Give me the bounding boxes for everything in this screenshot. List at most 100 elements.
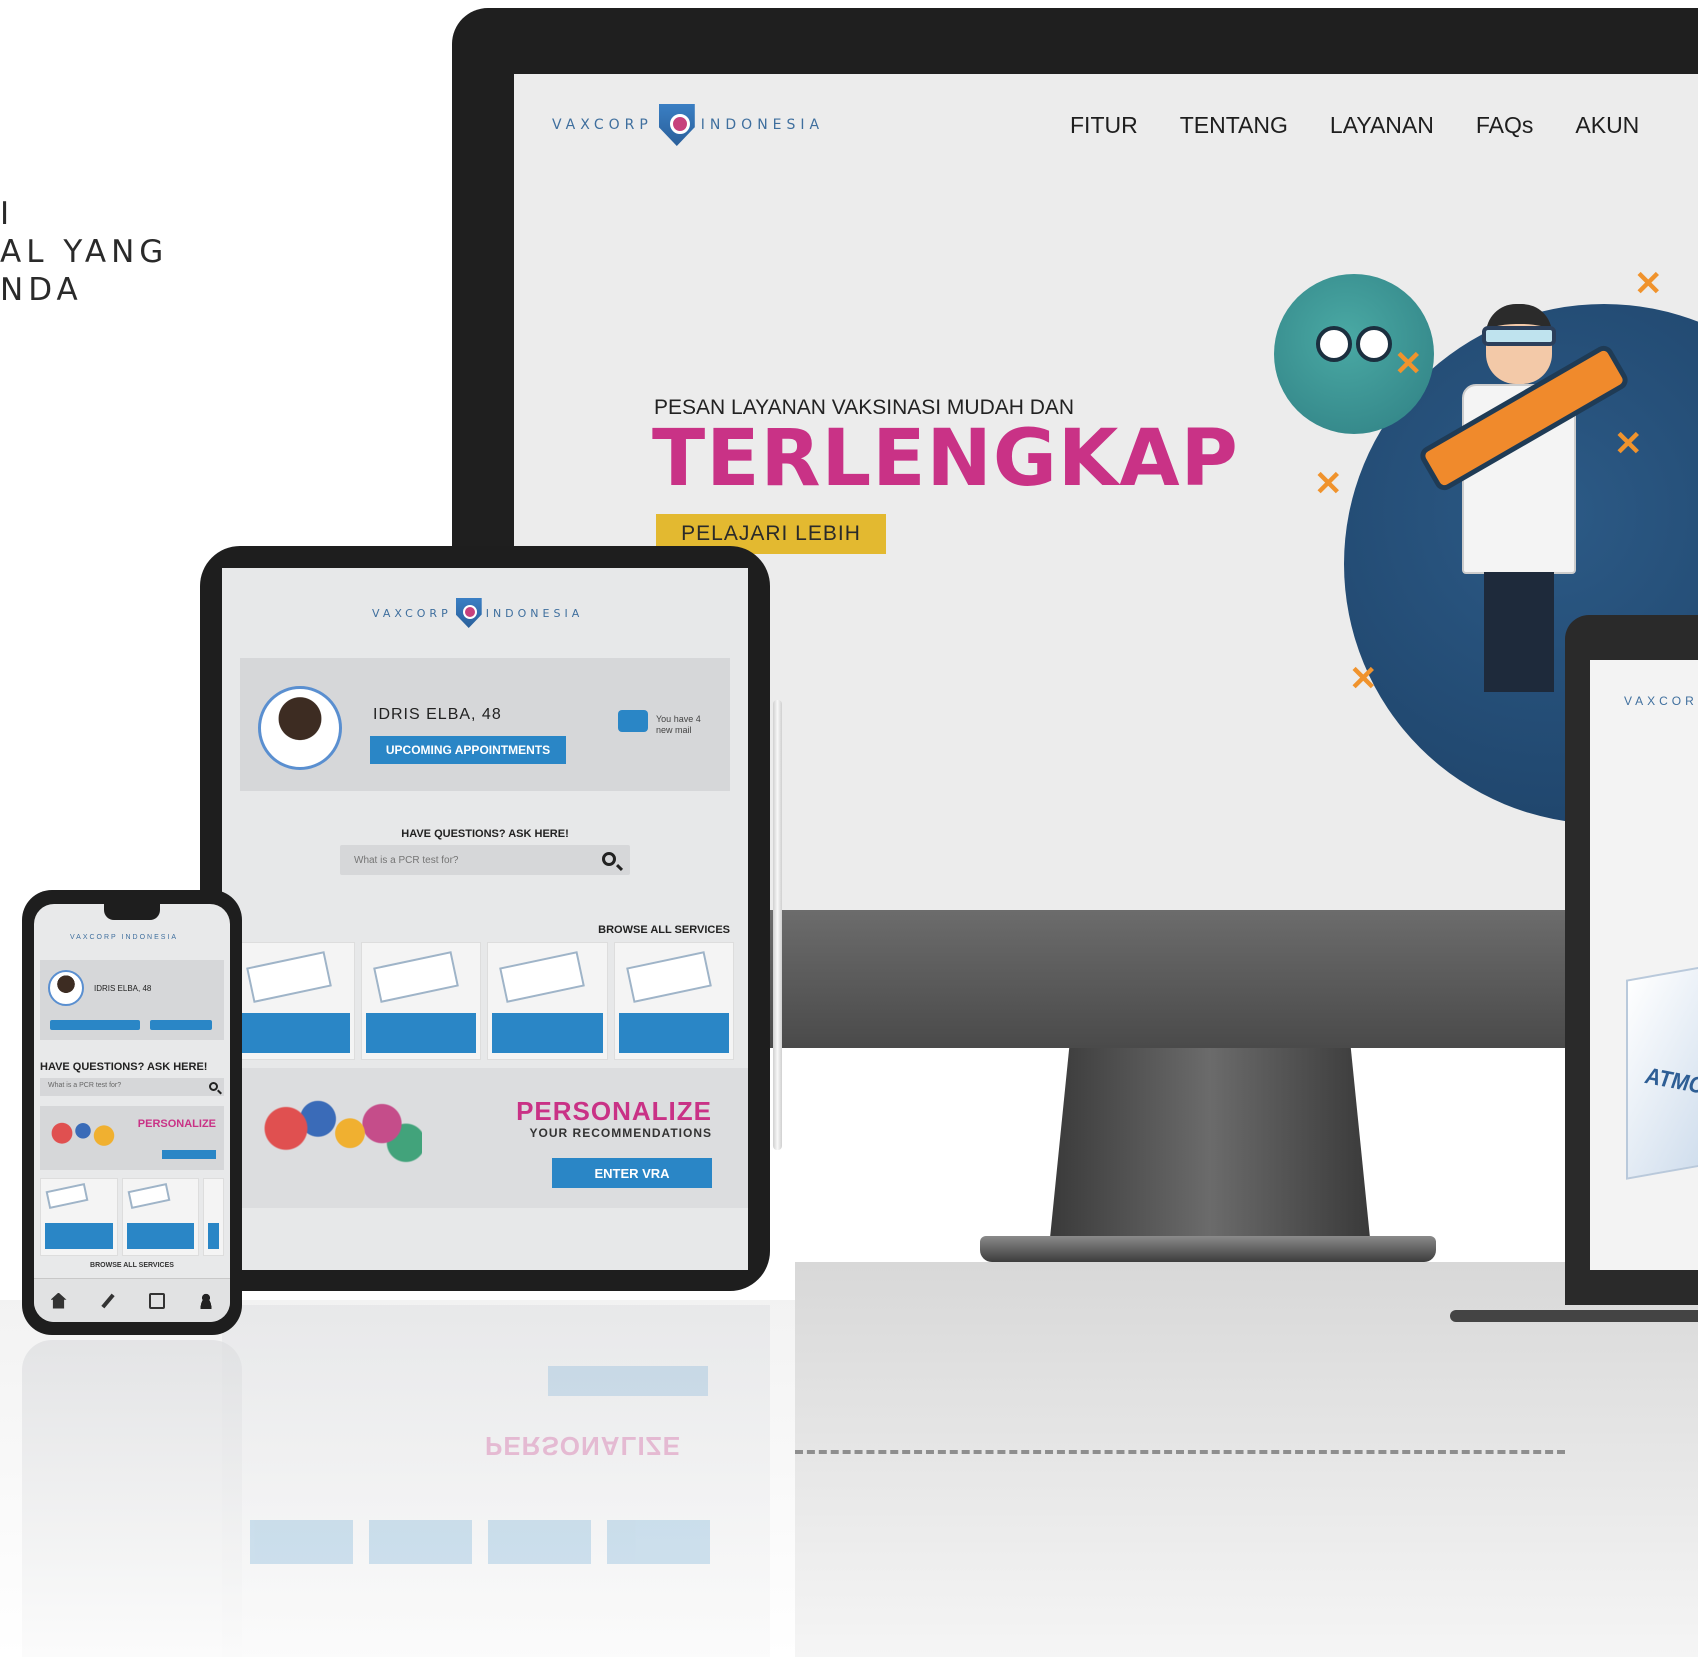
vaccine-pack-image bbox=[625, 951, 712, 1003]
nav-item-layanan[interactable]: LAYANAN bbox=[1330, 112, 1434, 139]
user-icon[interactable] bbox=[197, 1292, 214, 1309]
reflected-vra-button bbox=[548, 1366, 708, 1396]
phone-reflection bbox=[22, 1340, 242, 1657]
bottom-tab-bar bbox=[34, 1278, 230, 1322]
questions-heading: HAVE QUESTIONS? ASK HERE! bbox=[401, 828, 569, 840]
vaccine-pack-image bbox=[499, 951, 585, 1003]
shield-logo-icon bbox=[455, 598, 482, 628]
hero-title: TERLENGKAP bbox=[652, 414, 1239, 504]
service-card-info bbox=[618, 1013, 729, 1053]
desktop-nav: FITUR TENTANG LAYANAN FAQs AKUN bbox=[1070, 112, 1639, 139]
profile-card: IDRIS ELBA, 48 UPCOMING APPOINTMENTS You… bbox=[240, 658, 730, 791]
sparkle-icon: ✕ bbox=[1349, 660, 1378, 698]
service-card[interactable] bbox=[613, 942, 734, 1060]
monitor-stand-base bbox=[980, 1236, 1436, 1262]
side-headline-line-1: I bbox=[0, 196, 15, 232]
service-card[interactable] bbox=[40, 1178, 118, 1256]
service-card-info bbox=[45, 1223, 113, 1249]
phone-logo: VAXCORP INDONESIA bbox=[70, 934, 179, 941]
enter-vra-button[interactable] bbox=[162, 1150, 216, 1159]
reflection-dashes bbox=[795, 1450, 1565, 1454]
reflected-personalize-title: PERSONALIZE bbox=[485, 1431, 681, 1461]
product-box-illustration: ATMC bbox=[1626, 960, 1698, 1180]
product-box-label: ATMC bbox=[1641, 1062, 1698, 1099]
check-inbox-button[interactable] bbox=[150, 1020, 212, 1030]
sparkle-icon: ✕ bbox=[1314, 465, 1343, 503]
browse-all-services-link[interactable]: BROWSE ALL SERVICES bbox=[34, 1262, 230, 1269]
user-name: IDRIS ELBA, 48 bbox=[94, 984, 152, 993]
tablet-reflection bbox=[222, 1305, 770, 1657]
laptop-screen: VAXCOR ATMC bbox=[1590, 660, 1698, 1270]
user-name: IDRIS ELBA, 48 bbox=[373, 706, 502, 723]
pen-icon[interactable] bbox=[100, 1293, 116, 1309]
sparkle-icon: ✕ bbox=[1614, 425, 1643, 463]
calendar-icon[interactable] bbox=[148, 1292, 165, 1309]
laptop-logo: VAXCOR bbox=[1624, 694, 1698, 708]
phone-profile-card: IDRIS ELBA, 48 bbox=[40, 960, 224, 1040]
service-card[interactable] bbox=[360, 942, 481, 1060]
phone-screen: VAXCORP INDONESIA IDRIS ELBA, 48 HAVE QU… bbox=[34, 904, 230, 1322]
sparkle-icon: ✕ bbox=[1634, 265, 1663, 303]
side-headline: I AL YANG NDA bbox=[0, 195, 168, 309]
personalize-subtitle: YOUR RECOMMENDATIONS bbox=[529, 1126, 712, 1140]
crowd-illustration bbox=[262, 1090, 422, 1186]
service-card[interactable] bbox=[121, 1178, 200, 1256]
home-icon[interactable] bbox=[50, 1292, 67, 1309]
questions-heading: HAVE QUESTIONS? ASK HERE! bbox=[40, 1061, 208, 1073]
service-cards bbox=[40, 1178, 225, 1256]
service-card-info bbox=[126, 1223, 195, 1249]
avatar[interactable] bbox=[48, 970, 84, 1006]
upcoming-appointments-button[interactable] bbox=[50, 1020, 140, 1030]
personalize-banner: PERSONALIZE YOUR RECOMMENDATIONS ENTER V… bbox=[222, 1068, 748, 1208]
nav-item-faqs[interactable]: FAQs bbox=[1476, 112, 1534, 139]
browse-all-services-link[interactable]: BROWSE ALL SERVICES bbox=[598, 924, 730, 936]
search-bar[interactable]: What is a PCR test for? bbox=[40, 1078, 224, 1096]
logo-text-right: INDONESIA bbox=[700, 117, 825, 133]
service-card[interactable] bbox=[487, 942, 608, 1060]
service-card-info bbox=[365, 1013, 476, 1053]
mailbox-icon[interactable] bbox=[618, 710, 648, 732]
phone-notch bbox=[104, 904, 160, 920]
vaccine-pack-image bbox=[45, 1183, 89, 1209]
crowd-illustration bbox=[48, 1114, 118, 1162]
laptop-base bbox=[1450, 1310, 1698, 1322]
desktop-logo[interactable]: VAXCORP INDONESIA bbox=[552, 104, 824, 146]
sparkle-icon: ✕ bbox=[1394, 345, 1423, 383]
mail-notification: You have 4 new mail bbox=[656, 714, 701, 735]
side-headline-line-2: AL YANG bbox=[0, 234, 169, 270]
avatar[interactable] bbox=[258, 686, 342, 770]
vaccine-pack-image bbox=[246, 951, 332, 1003]
logo-text-left: VAXCORP bbox=[552, 117, 653, 133]
tablet-logo[interactable]: VAXCORP INDONESIA bbox=[372, 598, 583, 628]
service-card-info bbox=[239, 1013, 350, 1053]
shield-logo-icon bbox=[658, 104, 695, 146]
enter-vra-button[interactable]: ENTER VRA bbox=[552, 1158, 712, 1188]
personalize-title: PERSONALIZE bbox=[516, 1096, 712, 1126]
service-card-info bbox=[208, 1223, 220, 1249]
tablet-screen: VAXCORP INDONESIA IDRIS ELBA, 48 UPCOMIN… bbox=[222, 568, 748, 1270]
nav-item-fitur[interactable]: FITUR bbox=[1070, 112, 1138, 139]
search-input[interactable] bbox=[340, 845, 580, 875]
search-icon[interactable] bbox=[209, 1082, 218, 1091]
search-bar bbox=[340, 845, 630, 875]
personalize-title: PERSONALIZE bbox=[137, 1118, 216, 1130]
service-card[interactable] bbox=[234, 942, 355, 1060]
stylus-pencil bbox=[773, 700, 782, 1150]
logo-text-left: VAXCORP bbox=[372, 606, 452, 620]
logo-text-right: INDONESIA bbox=[485, 606, 584, 620]
doctor-goggles bbox=[1482, 326, 1556, 346]
vaccine-pack-image bbox=[372, 951, 459, 1003]
upcoming-appointments-button[interactable]: UPCOMING APPOINTMENTS bbox=[370, 736, 566, 764]
vaccine-pack-image bbox=[127, 1183, 170, 1209]
service-cards bbox=[234, 942, 734, 1060]
nav-item-akun[interactable]: AKUN bbox=[1575, 112, 1639, 139]
service-card[interactable] bbox=[203, 1178, 225, 1256]
reflected-service-cards bbox=[250, 1520, 710, 1564]
service-card-info bbox=[492, 1013, 603, 1053]
nav-item-tentang[interactable]: TENTANG bbox=[1180, 112, 1288, 139]
personalize-banner: PERSONALIZE bbox=[40, 1106, 224, 1170]
side-headline-line-3: NDA bbox=[0, 272, 83, 308]
search-icon[interactable] bbox=[602, 852, 616, 866]
search-placeholder: What is a PCR test for? bbox=[48, 1082, 122, 1089]
monitor-stand-neck bbox=[1050, 1048, 1370, 1238]
